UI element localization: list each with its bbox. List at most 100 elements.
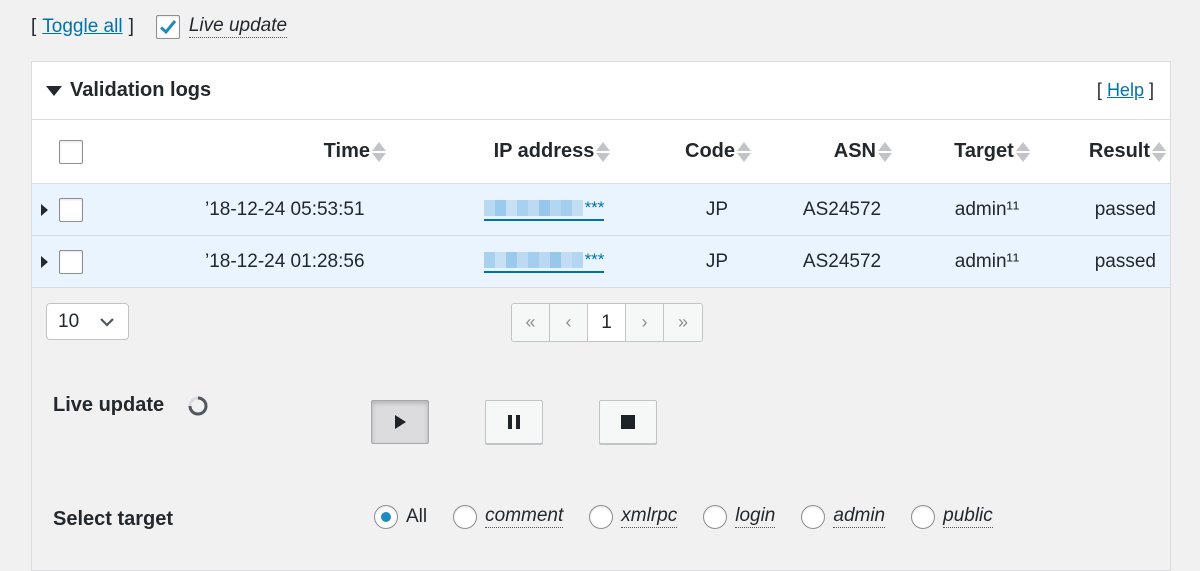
radio-option-admin[interactable]: admin (801, 505, 886, 529)
bracket-close: ] (128, 16, 134, 37)
per-page-value: 10 (58, 310, 80, 332)
play-icon (395, 415, 406, 429)
radio-label-comment: comment (485, 505, 564, 528)
blurred-ip-image (483, 200, 583, 216)
loading-spinner-icon (188, 396, 208, 416)
cell-code: JP (705, 198, 729, 220)
panel-header[interactable]: Validation logs [ Help ] (32, 62, 1170, 120)
row-expand-icon[interactable] (41, 236, 48, 287)
radio-button[interactable] (703, 505, 728, 529)
table-row[interactable]: ’18-12-24 01:28:56 *** JP AS24572 admin¹… (32, 236, 1170, 288)
per-page-select[interactable]: 10 (46, 303, 129, 340)
radio-label-admin: admin (833, 505, 886, 528)
radio-button[interactable] (911, 505, 936, 529)
radio-label-public: public (943, 505, 993, 528)
stop-button[interactable] (599, 400, 657, 444)
toggle-all-link[interactable]: Toggle all (42, 16, 122, 38)
live-update-toggle[interactable]: Live update (155, 15, 288, 39)
column-label-time: Time (323, 140, 370, 162)
help-link[interactable]: Help (1107, 80, 1144, 100)
radio-option-public[interactable]: public (911, 505, 993, 529)
column-header-result[interactable]: Result (1062, 120, 1166, 183)
cell-asn: AS24572 (802, 198, 882, 220)
panel-title: Validation logs (70, 79, 212, 101)
row-checkbox-cell (59, 184, 83, 235)
stop-icon (621, 415, 635, 429)
next-page-button[interactable]: › (626, 304, 664, 341)
table-row[interactable]: ’18-12-24 05:53:51 *** JP AS24572 admin¹… (32, 184, 1170, 236)
collapse-triangle-icon[interactable] (46, 85, 62, 96)
first-page-button[interactable]: « (512, 304, 550, 341)
sort-icon (1015, 141, 1030, 162)
pause-icon (508, 415, 520, 429)
blurred-ip-image (483, 252, 583, 268)
chevron-down-icon (100, 318, 114, 327)
column-header-code[interactable]: Code (658, 120, 778, 183)
row-checkbox[interactable] (59, 249, 83, 274)
radio-option-all[interactable]: All (374, 505, 427, 529)
cell-target: admin¹¹ (954, 250, 1020, 272)
cell-result: passed (1094, 198, 1156, 220)
column-label-target: Target (954, 140, 1014, 162)
cell-time: ’18-12-24 05:53:51 (205, 198, 365, 220)
column-label-code: Code (685, 140, 735, 162)
select-target-heading: Select target (53, 508, 174, 530)
column-header-time[interactable]: Time (232, 120, 386, 183)
ip-masked-suffix: *** (584, 250, 605, 269)
column-header-ip[interactable]: IP address (472, 120, 632, 183)
row-checkbox[interactable] (59, 197, 83, 222)
select-all-checkbox[interactable] (59, 139, 83, 164)
prev-page-button[interactable]: ‹ (550, 304, 588, 341)
live-update-heading: Live update (53, 394, 165, 416)
sort-icon (596, 141, 611, 162)
last-page-button[interactable]: » (664, 304, 702, 341)
cell-time: ’18-12-24 01:28:56 (205, 250, 365, 272)
sort-icon (372, 141, 386, 162)
help-area: [ Help ] (1097, 80, 1154, 101)
radio-button[interactable] (453, 505, 478, 529)
column-header-target[interactable]: Target (932, 120, 1052, 183)
checkmark-icon (159, 20, 177, 35)
bracket-open: [ (31, 16, 37, 37)
radio-label-login: login (735, 505, 776, 528)
cell-ip: *** (460, 236, 628, 287)
radio-button[interactable] (801, 505, 826, 529)
row-checkbox-cell (59, 236, 83, 287)
cell-ip: *** (460, 184, 628, 235)
validation-logs-panel: Validation logs [ Help ] Time IP address… (31, 61, 1171, 571)
cell-target: admin¹¹ (954, 198, 1020, 220)
header-select-all-cell (59, 120, 83, 183)
cell-asn: AS24572 (802, 250, 882, 272)
cell-result: passed (1094, 250, 1156, 272)
live-update-checkbox[interactable] (155, 15, 180, 39)
top-toolbar: [ Toggle all ] Live update (31, 12, 288, 42)
sort-icon (737, 141, 751, 162)
radio-option-comment[interactable]: comment (453, 505, 564, 529)
help-bracket-open: [ (1096, 80, 1102, 100)
help-bracket-close: ] (1148, 80, 1154, 100)
column-label-ip: IP address (493, 140, 595, 162)
pause-button[interactable] (485, 400, 543, 444)
live-update-label: Live update (188, 15, 288, 38)
cell-code: JP (705, 250, 729, 272)
table-header: Time IP address Code ASN Target Result (32, 120, 1170, 184)
radio-option-login[interactable]: login (703, 505, 776, 529)
radio-option-xmlrpc[interactable]: xmlrpc (589, 505, 678, 529)
pagination: « ‹ 1 › » (511, 303, 703, 342)
play-button[interactable] (371, 400, 429, 444)
target-radio-group: All comment xmlrpc login admin public (374, 501, 1019, 533)
ip-masked-suffix: *** (584, 198, 605, 217)
row-expand-icon[interactable] (41, 184, 48, 235)
ip-address-link[interactable]: *** (483, 250, 605, 273)
column-label-result: Result (1088, 140, 1150, 162)
column-header-asn[interactable]: ASN (792, 120, 892, 183)
sort-icon (1152, 141, 1166, 162)
radio-button[interactable] (589, 505, 614, 529)
column-label-asn: ASN (833, 140, 876, 162)
radio-button[interactable] (374, 505, 398, 529)
radio-label-all: All (406, 506, 428, 527)
current-page[interactable]: 1 (588, 304, 626, 341)
radio-label-xmlrpc: xmlrpc (621, 505, 678, 528)
sort-icon (878, 141, 892, 162)
ip-address-link[interactable]: *** (483, 198, 605, 221)
